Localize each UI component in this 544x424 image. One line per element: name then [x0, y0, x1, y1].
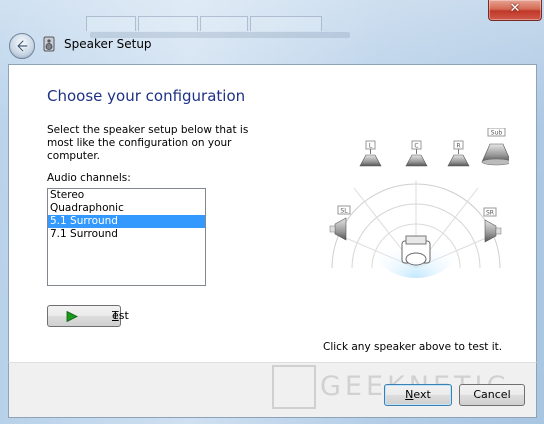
channel-option-stereo[interactable]: Stereo	[48, 189, 205, 202]
window-frame: ✕ Speaker Setup Choose your configuratio…	[0, 0, 544, 424]
listener-icon	[401, 235, 431, 266]
speaker-app-icon	[43, 36, 55, 52]
speaker-label-c: C	[414, 143, 418, 150]
page-description: Select the speaker setup below that is m…	[47, 124, 249, 162]
speaker-layout-diagram: L C R Sub SL SR	[329, 128, 509, 278]
click-hint-text: Click any speaker above to test it.	[323, 341, 503, 353]
speaker-label-sr: SR	[486, 210, 494, 217]
speaker-surround-left[interactable]: SL	[329, 205, 351, 241]
channel-option-quadraphonic[interactable]: Quadraphonic	[48, 202, 205, 215]
speaker-surround-right[interactable]: SR	[483, 207, 502, 243]
speaker-label-r: R	[456, 143, 460, 150]
window-title: Speaker Setup	[64, 37, 152, 51]
content-panel: Choose your configuration Select the spe…	[8, 64, 537, 363]
back-arrow-icon	[16, 39, 29, 53]
play-icon	[66, 311, 78, 322]
audio-channels-listbox[interactable]: Stereo Quadraphonic 5.1 Surround 7.1 Sur…	[47, 188, 206, 286]
close-button[interactable]: ✕	[488, 0, 542, 21]
watermark-logo-box	[272, 365, 316, 409]
test-button-label: est	[112, 309, 129, 322]
speaker-center[interactable]: C	[405, 140, 428, 167]
speaker-label-sl: SL	[340, 208, 348, 215]
back-button[interactable]	[9, 33, 35, 59]
cancel-button[interactable]: Cancel	[459, 384, 525, 406]
next-button[interactable]: Next	[384, 384, 452, 406]
audio-channels-label: Audio channels:	[47, 172, 131, 184]
test-button[interactable]: Test	[47, 305, 129, 327]
channel-option-5-1-surround[interactable]: 5.1 Surround	[48, 215, 205, 228]
speaker-front-right[interactable]: R	[447, 140, 470, 167]
speaker-subwoofer[interactable]: Sub	[481, 128, 509, 166]
page-heading: Choose your configuration	[47, 87, 246, 105]
close-icon: ✕	[509, 1, 521, 16]
speaker-front-left[interactable]: L	[359, 140, 382, 167]
speaker-label-sub: Sub	[491, 130, 503, 137]
channel-option-7-1-surround[interactable]: 7.1 Surround	[48, 228, 205, 241]
next-button-label: ext	[413, 388, 431, 401]
